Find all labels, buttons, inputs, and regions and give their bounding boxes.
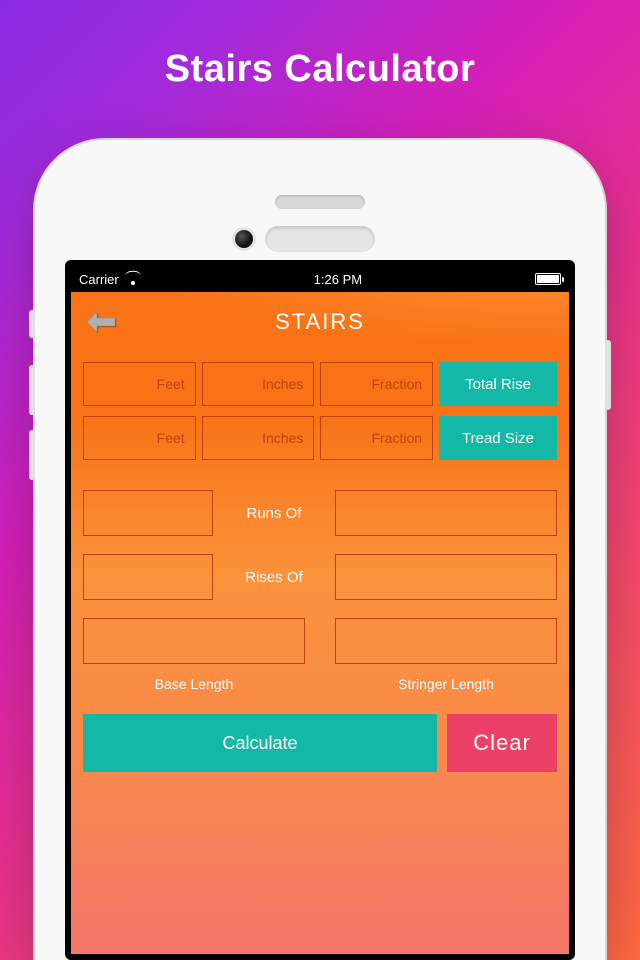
wifi-icon <box>125 273 141 285</box>
arrow-left-icon <box>85 310 119 334</box>
base-length-col: Base Length <box>83 618 305 692</box>
screen-bezel: Carrier 1:26 PM STAIRS <box>65 260 575 960</box>
base-length-label: Base Length <box>155 676 234 692</box>
rises-value-output <box>335 554 557 600</box>
phone-side-button <box>29 310 35 338</box>
form-content: Feet Inches Fraction Total Rise Feet Inc… <box>71 352 569 782</box>
base-length-output <box>83 618 305 664</box>
inches-input[interactable]: Inches <box>202 416 315 460</box>
phone-speaker <box>265 226 375 252</box>
phone-frame: Carrier 1:26 PM STAIRS <box>35 140 605 960</box>
stringer-length-col: Stringer Length <box>335 618 557 692</box>
carrier-label: Carrier <box>79 272 119 287</box>
phone-top-sensor <box>275 195 365 209</box>
inches-input[interactable]: Inches <box>202 362 315 406</box>
calculate-button[interactable]: Calculate <box>83 714 437 772</box>
app-screen: Carrier 1:26 PM STAIRS <box>71 266 569 954</box>
feet-input[interactable]: Feet <box>83 416 196 460</box>
rises-label: Rises Of <box>229 569 319 586</box>
clear-button[interactable]: Clear <box>447 714 557 772</box>
tread-size-row: Feet Inches Fraction Tread Size <box>83 416 557 460</box>
action-row: Calculate Clear <box>83 714 557 772</box>
runs-label: Runs Of <box>229 505 319 522</box>
rises-row: Rises Of <box>83 554 557 600</box>
runs-value-output <box>335 490 557 536</box>
phone-camera <box>235 230 253 248</box>
battery-icon <box>535 273 561 285</box>
screen-title: STAIRS <box>275 309 365 335</box>
total-rise-chip[interactable]: Total Rise <box>439 362 557 406</box>
promo-background: Stairs Calculator Carrier 1:26 PM <box>0 0 640 960</box>
length-section: Base Length Stringer Length <box>83 618 557 692</box>
stringer-length-output <box>335 618 557 664</box>
phone-side-button <box>605 340 611 410</box>
clock-label: 1:26 PM <box>314 272 362 287</box>
rises-count-output <box>83 554 213 600</box>
total-rise-row: Feet Inches Fraction Total Rise <box>83 362 557 406</box>
fraction-input[interactable]: Fraction <box>320 416 433 460</box>
feet-input[interactable]: Feet <box>83 362 196 406</box>
stringer-length-label: Stringer Length <box>398 676 494 692</box>
runs-row: Runs Of <box>83 490 557 536</box>
back-button[interactable] <box>85 310 119 334</box>
phone-side-button <box>29 365 35 415</box>
fraction-input[interactable]: Fraction <box>320 362 433 406</box>
app-header: STAIRS <box>71 292 569 352</box>
phone-side-button <box>29 430 35 480</box>
tread-size-chip[interactable]: Tread Size <box>439 416 557 460</box>
runs-count-output <box>83 490 213 536</box>
status-bar: Carrier 1:26 PM <box>71 266 569 292</box>
results-section: Runs Of Rises Of <box>83 490 557 600</box>
promo-title: Stairs Calculator <box>0 0 640 91</box>
